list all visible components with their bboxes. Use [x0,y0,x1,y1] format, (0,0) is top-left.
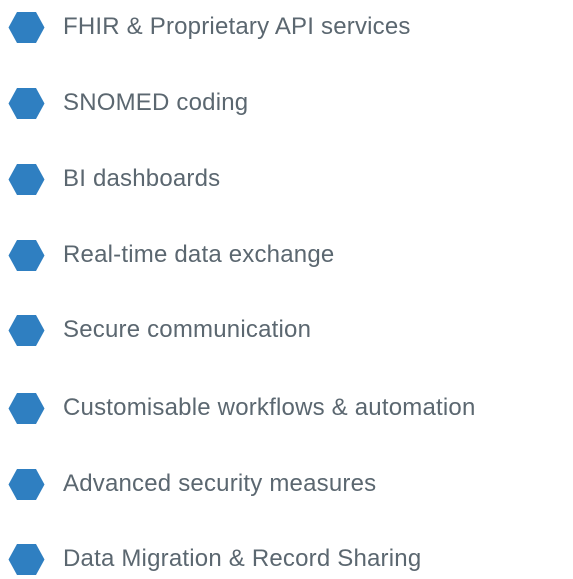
hexagon-bullet-icon [8,87,45,120]
hexagon-bullet-icon [8,314,45,347]
feature-label: Advanced security measures [63,470,377,497]
feature-item-data-migration: Data Migration & Record Sharing [0,539,573,579]
hexagon-bullet-icon [8,392,45,425]
feature-label: Secure communication [63,316,312,343]
feature-item-bi-dashboards: BI dashboards [0,159,573,199]
feature-label: BI dashboards [63,165,221,192]
feature-item-security-measures: Advanced security measures [0,464,573,504]
feature-item-realtime-exchange: Real-time data exchange [0,235,573,275]
feature-label: FHIR & Proprietary API services [63,13,411,40]
feature-label: SNOMED coding [63,89,249,116]
hexagon-bullet-icon [8,468,45,501]
hexagon-bullet-icon [8,239,45,272]
feature-item-workflows: Customisable workflows & automation [0,388,573,428]
feature-label: Customisable workflows & automation [63,394,476,421]
feature-item-snomed: SNOMED coding [0,83,573,123]
hexagon-bullet-icon [8,11,45,44]
hexagon-bullet-icon [8,163,45,196]
feature-item-secure-communication: Secure communication [0,310,573,350]
feature-item-fhir-api: FHIR & Proprietary API services [0,7,573,47]
feature-label: Real-time data exchange [63,241,335,268]
feature-label: Data Migration & Record Sharing [63,545,422,572]
hexagon-bullet-icon [8,543,45,576]
feature-list: FHIR & Proprietary API services SNOMED c… [0,0,573,575]
